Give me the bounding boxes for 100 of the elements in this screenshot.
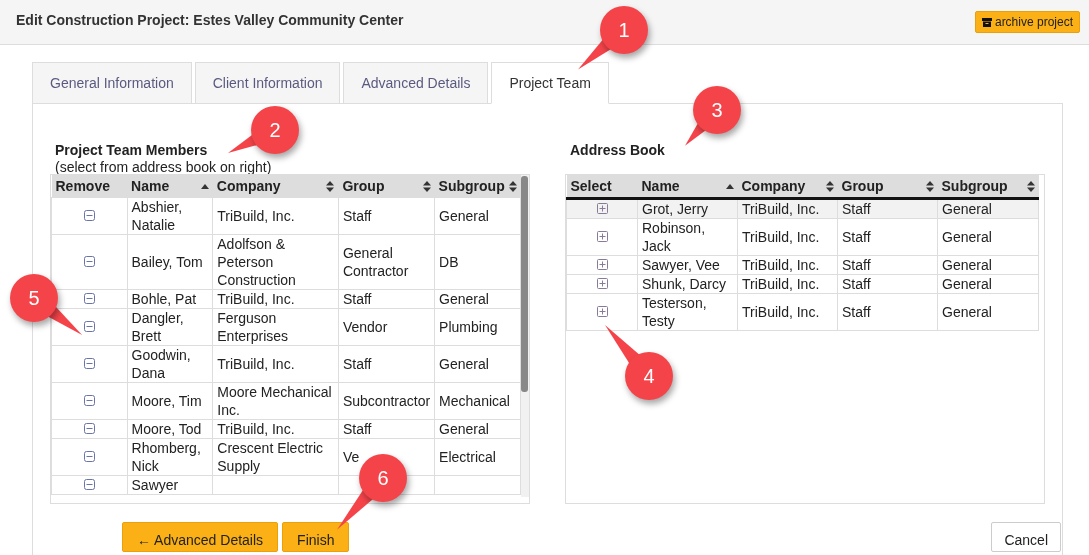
column-header[interactable]: Name <box>637 175 738 199</box>
remove-icon[interactable] <box>83 293 95 304</box>
table-cell: Rhomberg, Nick <box>127 438 213 476</box>
finish-button[interactable]: Finish <box>282 522 350 552</box>
table-row[interactable]: Robinson, Jack TriBuild, Inc. Staff General <box>566 218 1039 256</box>
table-cell: Bailey, Tom <box>127 234 213 290</box>
table-cell: Mechanical <box>434 382 521 420</box>
table-cell: Ferguson Enterprises <box>212 308 339 346</box>
table-cell: Electrical <box>434 438 521 476</box>
callout-badge: 4 <box>625 352 673 400</box>
tab[interactable]: Client Information <box>194 62 341 104</box>
archive-box-icon <box>981 17 992 27</box>
tab[interactable]: Project Team <box>491 62 609 104</box>
column-header[interactable]: Subgroup <box>937 175 1039 199</box>
section-title: Project Team Members <box>54 142 209 159</box>
table-cell: TriBuild, Inc. <box>737 218 838 256</box>
table-cell: DB <box>434 234 521 290</box>
column-header[interactable]: Group <box>338 175 435 198</box>
table-cell: Staff <box>338 345 435 383</box>
tab[interactable]: Advanced Details <box>343 62 489 104</box>
callout-badge: 2 <box>251 106 299 154</box>
table-cell: General <box>434 345 521 383</box>
cancel-button[interactable]: Cancel <box>991 522 1061 552</box>
add-icon[interactable] <box>596 306 608 317</box>
remove-icon[interactable] <box>83 321 95 332</box>
table-cell: Moore, Tim <box>127 382 213 420</box>
table-cell: TriBuild, Inc. <box>737 255 838 275</box>
sort-icon[interactable] <box>1026 180 1035 192</box>
sort-icon[interactable] <box>422 180 431 192</box>
table-cell: General <box>937 293 1039 331</box>
table-cell: Robinson, Jack <box>637 218 738 256</box>
sort-icon[interactable] <box>326 180 335 192</box>
callout-badge: 3 <box>693 86 741 134</box>
table-cell: Staff <box>338 419 435 439</box>
table-cell: Staff <box>338 289 435 309</box>
table-cell: General <box>434 197 521 235</box>
add-icon[interactable] <box>596 259 608 270</box>
remove-icon[interactable] <box>83 423 95 434</box>
add-icon[interactable] <box>596 231 608 242</box>
table-cell: Staff <box>837 255 938 275</box>
table-cell: Sawyer <box>127 475 213 495</box>
table-cell: Staff <box>837 293 938 331</box>
column-header[interactable]: Company <box>737 175 838 199</box>
table-cell: General <box>937 255 1039 275</box>
table-cell: General <box>937 218 1039 256</box>
sort-icon[interactable] <box>508 180 517 192</box>
add-icon[interactable] <box>596 278 608 289</box>
table-cell: TriBuild, Inc. <box>212 289 339 309</box>
table-row[interactable]: Grot, Jerry TriBuild, Inc. Staff General <box>566 198 1039 219</box>
callout-badge: 5 <box>10 274 58 322</box>
column-header[interactable]: Group <box>837 175 938 199</box>
remove-icon[interactable] <box>83 451 95 462</box>
table-cell: Moore Mechanical Inc. <box>212 382 339 420</box>
table-cell: General <box>937 198 1039 219</box>
table-row[interactable]: Testerson, Testy TriBuild, Inc. Staff General <box>566 293 1039 331</box>
remove-icon[interactable] <box>83 358 95 369</box>
column-header[interactable]: Company <box>212 175 339 198</box>
column-header: Select <box>566 175 638 199</box>
table-cell: General <box>937 274 1039 294</box>
table-cell: Shunk, Darcy <box>637 274 738 294</box>
table-cell: TriBuild, Inc. <box>737 198 838 219</box>
table-cell: Dangler, Brett <box>127 308 213 346</box>
section-title: Address Book <box>569 142 666 159</box>
table-cell: Grot, Jerry <box>637 198 738 219</box>
table-cell: Sawyer, Vee <box>637 255 738 275</box>
table-cell: Abshier, Natalie <box>127 197 213 235</box>
sort-icon[interactable] <box>825 180 834 192</box>
table-cell: TriBuild, Inc. <box>737 293 838 331</box>
archive-button[interactable]: archive project <box>974 11 1080 33</box>
table-cell: Bohle, Pat <box>127 289 213 309</box>
table-cell: Vendor <box>338 308 435 346</box>
table-cell: General <box>434 289 521 309</box>
table-cell: Plumbing <box>434 308 521 346</box>
tab[interactable]: General Information <box>32 62 192 104</box>
remove-icon[interactable] <box>83 395 95 406</box>
table-cell: TriBuild, Inc. <box>737 274 838 294</box>
remove-icon[interactable] <box>83 256 95 267</box>
remove-icon[interactable] <box>83 210 95 221</box>
table-cell: TriBuild, Inc. <box>212 345 339 383</box>
back-button[interactable]: ← Advanced Details <box>122 522 279 552</box>
table-cell: Testerson, Testy <box>637 293 738 331</box>
table-cell: General Contractor <box>338 234 435 290</box>
sort-icon[interactable] <box>925 180 934 192</box>
scrollbar-thumb[interactable] <box>521 176 528 392</box>
column-header[interactable]: Name <box>127 175 213 198</box>
column-header[interactable]: Subgroup <box>434 175 521 198</box>
table-cell: Staff <box>837 274 938 294</box>
sort-ascending-icon[interactable] <box>725 183 734 189</box>
table-cell: General <box>434 419 521 439</box>
table-cell: Adolfson & Peterson Construction <box>212 234 339 290</box>
remove-icon[interactable] <box>83 479 95 490</box>
table-cell: TriBuild, Inc. <box>212 197 339 235</box>
sort-ascending-icon[interactable] <box>200 183 209 189</box>
table-cell: Staff <box>837 218 938 256</box>
table-cell: Staff <box>338 197 435 235</box>
table-cell: Subcontractor <box>338 382 435 420</box>
table-cell: Staff <box>837 198 938 219</box>
column-header: Remove <box>51 175 128 198</box>
add-icon[interactable] <box>596 203 608 214</box>
page-title: Edit Construction Project: Estes Valley Community Center <box>16 12 404 28</box>
